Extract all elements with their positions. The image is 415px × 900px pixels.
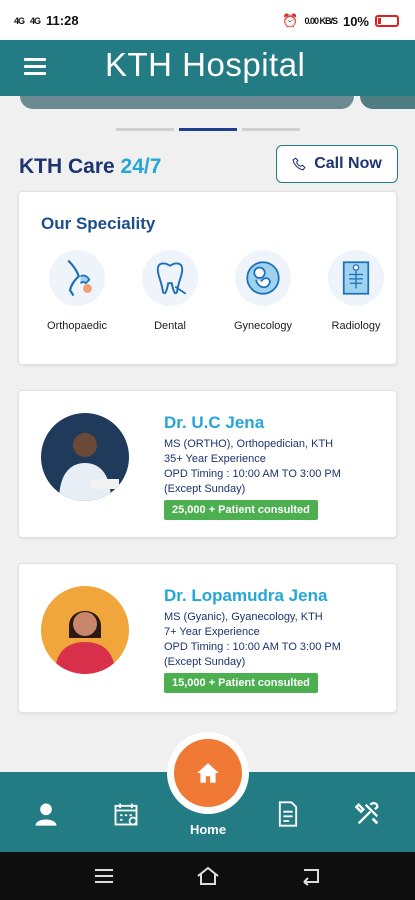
speciality-label: Dental (154, 320, 186, 332)
doctor-card[interactable]: Dr. U.C Jena MS (ORTHO), Orthopedician, … (18, 390, 397, 538)
nav-profile[interactable] (26, 794, 66, 834)
doctor-experience: 35+ Year Experience (164, 453, 266, 465)
system-nav-bar (0, 852, 415, 900)
patients-badge: 15,000 + Patient consulted (164, 673, 318, 693)
call-now-button[interactable]: Call Now (276, 145, 398, 183)
phone-icon (292, 157, 306, 171)
document-icon (278, 801, 298, 827)
xray-icon (342, 261, 370, 295)
speciality-label: Orthopaedic (47, 320, 107, 332)
nav-appointment[interactable] (106, 794, 146, 834)
slider-dots (116, 128, 300, 131)
care-title-prefix: KTH Care (19, 155, 115, 178)
slider-dot[interactable] (116, 128, 174, 131)
patients-badge: 25,000 + Patient consulted (164, 500, 318, 520)
care-heading: KTH Care 24/7 (19, 155, 161, 179)
battery-icon (375, 15, 399, 27)
nav-services[interactable] (348, 794, 388, 834)
slider-dot-active[interactable] (179, 128, 237, 131)
fetus-icon (246, 261, 280, 295)
back-button[interactable] (300, 866, 324, 886)
home-button-wrap (167, 732, 249, 814)
doctor-qualification: MS (Gyanic), Gyanecology, KTH (164, 611, 323, 623)
recent-apps-button[interactable] (92, 866, 116, 886)
doctor-timing: OPD Timing : 10:00 AM TO 3:00 PM (164, 641, 341, 653)
speciality-label: Gynecology (233, 320, 293, 332)
home-label: Home (189, 822, 227, 837)
home-button[interactable] (174, 739, 242, 807)
speciality-radiology[interactable]: Radiology (316, 250, 396, 332)
menu-lines-icon (95, 869, 113, 883)
care-title-accent: 24/7 (120, 155, 162, 178)
home-icon (197, 763, 219, 783)
status-bar: 4G 4G 11:28 ⏰ 0.00 KB/S 10% (0, 0, 415, 40)
banner-slide[interactable] (20, 96, 354, 109)
doctor-except: (Except Sunday) (164, 656, 246, 668)
doctor-avatar (41, 586, 129, 674)
bone-joint-icon (67, 259, 92, 297)
calendar-icon (114, 803, 138, 826)
back-icon (303, 869, 319, 886)
doctor-name: Dr. U.C Jena (164, 413, 265, 432)
doctor-avatar (41, 413, 129, 501)
speciality-card: Our Speciality Orthopaedic Dental Gyneco… (18, 191, 397, 365)
speciality-gynecology[interactable]: Gynecology (223, 250, 303, 332)
slider-dot[interactable] (242, 128, 300, 131)
status-time: 11:28 (46, 13, 79, 28)
network-indicator: 4G (14, 15, 25, 26)
user-icon (35, 803, 57, 826)
alarm-icon: ⏰ (282, 13, 299, 28)
speciality-label: Radiology (331, 320, 381, 332)
speciality-dental[interactable]: Dental (130, 250, 210, 332)
speciality-orthopaedic[interactable]: Orthopaedic (37, 250, 117, 332)
doctor-timing: OPD Timing : 10:00 AM TO 3:00 PM (164, 468, 341, 480)
doctor-card[interactable]: Dr. Lopamudra Jena MS (Gyanic), Gyanecol… (18, 563, 397, 713)
speciality-title: Our Speciality (41, 214, 156, 233)
tooth-icon (156, 262, 187, 295)
home-outline-icon (197, 866, 219, 885)
doctor-qualification: MS (ORTHO), Orthopedician, KTH (164, 438, 334, 450)
data-speed: 0.00 KB/S (304, 16, 338, 26)
doctor-name: Dr. Lopamudra Jena (164, 586, 328, 605)
banner-slide-next[interactable] (360, 96, 415, 109)
system-home-button[interactable] (196, 866, 220, 886)
call-now-label: Call Now (314, 155, 382, 172)
doctor-except: (Except Sunday) (164, 483, 246, 495)
app-header: KTH Hospital (0, 40, 415, 96)
page-title: KTH Hospital (105, 46, 306, 83)
menu-icon[interactable] (24, 58, 46, 76)
nav-reports[interactable] (268, 794, 308, 834)
tools-icon (354, 801, 379, 825)
doctor-experience: 7+ Year Experience (164, 626, 260, 638)
network-indicator-2: 4G (30, 15, 41, 26)
battery-percent: 10% (342, 13, 369, 29)
